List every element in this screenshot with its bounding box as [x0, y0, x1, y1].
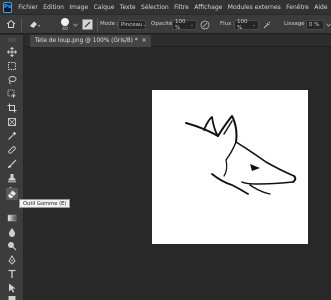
- eraser-tool-preset-icon[interactable]: [28, 19, 41, 31]
- document-tab-title: Tete de loup.png @ 100% (Gris/8) *: [35, 38, 138, 44]
- brush-settings-icon[interactable]: [82, 19, 93, 32]
- airbrush-icon[interactable]: [262, 20, 272, 32]
- tool-tooltip: Outil Gomme (E): [19, 199, 71, 208]
- close-icon[interactable]: ×: [142, 38, 147, 44]
- options-bar: 40 Mode : Pinceau ⌄ Opacité : 100 % ⌄ Fl…: [0, 14, 331, 34]
- pressure-opacity-icon[interactable]: [200, 20, 210, 32]
- flow-field[interactable]: 100 % ⌄: [234, 19, 259, 31]
- blur-icon[interactable]: [6, 226, 18, 238]
- type-icon[interactable]: [6, 268, 18, 280]
- tools-panel: [0, 35, 24, 300]
- menu-texte[interactable]: Texte: [120, 4, 136, 11]
- menu-image[interactable]: Image: [69, 4, 88, 11]
- opacity-field[interactable]: 100 % ⌄: [172, 19, 197, 31]
- chevron-down-icon: ⌄: [142, 22, 147, 28]
- smoothing-label: Lissage :: [284, 21, 309, 27]
- menu-affichage[interactable]: Affichage: [194, 4, 222, 11]
- brush-size-picker[interactable]: 40: [58, 17, 72, 33]
- flow-value: 100 %: [237, 19, 248, 31]
- path-select-icon[interactable]: [6, 282, 18, 294]
- brush-size-value: 40: [62, 27, 68, 32]
- mode-value: Pinceau: [121, 22, 143, 28]
- document-tab-bar: Tete de loup.png @ 100% (Gris/8) * ×: [25, 35, 331, 47]
- frame-icon[interactable]: [6, 116, 18, 128]
- gradient-icon[interactable]: [6, 212, 18, 224]
- brush-icon[interactable]: [6, 158, 18, 170]
- brush-picker-chevron-icon[interactable]: [73, 22, 78, 29]
- panel-grip-icon[interactable]: [6, 37, 18, 42]
- menu-edition[interactable]: Edition: [43, 4, 64, 11]
- menu-modules-externes[interactable]: Modules externes: [228, 4, 281, 11]
- separator: [97, 18, 98, 32]
- opacity-value: 100 %: [175, 19, 186, 31]
- brush-tip-icon: [61, 18, 69, 26]
- eyedropper-icon[interactable]: [6, 130, 18, 142]
- document-tab[interactable]: Tete de loup.png @ 100% (Gris/8) * ×: [30, 35, 152, 47]
- clone-stamp-icon[interactable]: [6, 172, 18, 184]
- eraser-icon[interactable]: [6, 188, 18, 200]
- smoothing-field[interactable]: 0 %: [306, 20, 324, 30]
- menu-aide[interactable]: Aide: [314, 4, 327, 11]
- mode-label: Mode :: [100, 21, 119, 27]
- menu-fichier[interactable]: Fichier: [18, 4, 38, 11]
- menu-filtre[interactable]: Filtre: [174, 4, 189, 11]
- home-icon[interactable]: [6, 19, 16, 31]
- pen-icon[interactable]: [6, 254, 18, 266]
- move-icon[interactable]: [6, 46, 18, 58]
- photoshop-logo[interactable]: Ps: [3, 1, 13, 13]
- mode-select[interactable]: Pinceau ⌄: [118, 20, 147, 30]
- document-canvas[interactable]: [152, 90, 308, 244]
- crop-icon[interactable]: [6, 102, 18, 114]
- smoothing-value: 0 %: [309, 22, 320, 28]
- wolf-head-drawing: [185, 115, 297, 195]
- menu-selection[interactable]: Sélection: [141, 4, 169, 11]
- menu-calque[interactable]: Calque: [94, 4, 115, 11]
- dodge-icon[interactable]: [6, 240, 18, 252]
- smoothing-chevron-icon[interactable]: [326, 22, 331, 29]
- flow-label: Flux :: [220, 21, 236, 27]
- rectangle-icon[interactable]: [6, 296, 18, 300]
- chevron-down-icon: ⌄: [251, 22, 256, 28]
- object-select-icon[interactable]: [6, 88, 18, 100]
- artboard-icon[interactable]: [6, 60, 18, 72]
- menu-bar: Ps Fichier Edition Image Calque Texte Sé…: [0, 0, 331, 14]
- separator: [21, 18, 22, 32]
- chevron-down-icon: ⌄: [189, 22, 194, 28]
- healing-brush-icon[interactable]: [6, 144, 18, 156]
- canvas-area[interactable]: [25, 48, 331, 300]
- menu-fenetre[interactable]: Fenêtre: [286, 4, 309, 11]
- lasso-icon[interactable]: [6, 74, 18, 86]
